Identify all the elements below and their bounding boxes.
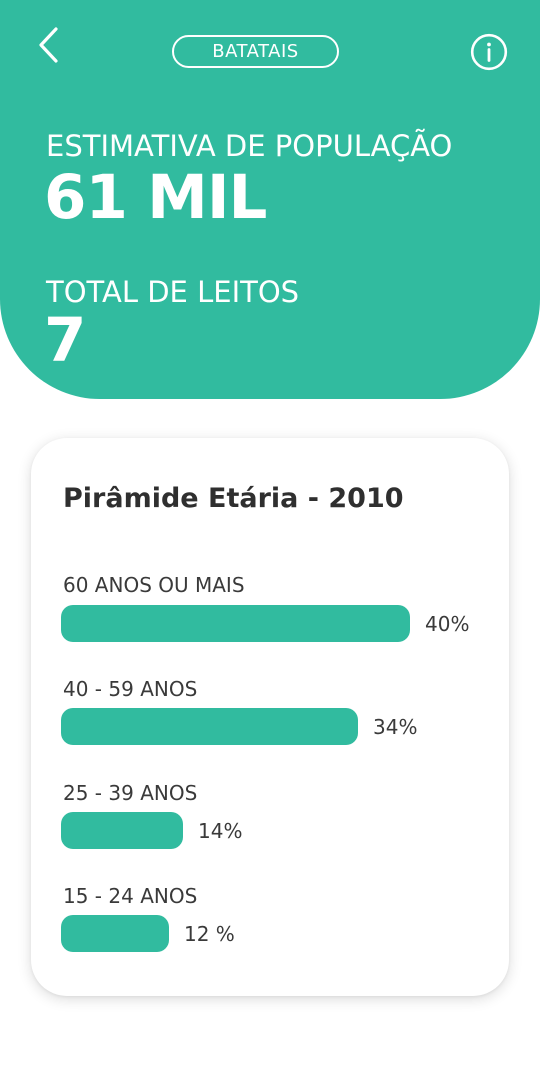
header: BATATAIS ESTIMATIVA DE POPULAÇÃO 61 MIL …: [0, 0, 540, 399]
back-button[interactable]: [32, 24, 72, 68]
population-label: ESTIMATIVA DE POPULAÇÃO: [46, 129, 453, 163]
age-row-percent: 14%: [198, 819, 243, 843]
population-value: 61 MIL: [44, 162, 267, 233]
age-row-label: 40 - 59 ANOS: [63, 677, 198, 701]
age-row-percent: 12 %: [184, 922, 235, 946]
info-button[interactable]: [470, 33, 508, 71]
age-row-bar: [61, 812, 183, 849]
age-row-bar: [61, 708, 358, 745]
chevron-left-icon: [39, 27, 58, 63]
age-row-bar: [61, 915, 169, 952]
city-selector[interactable]: BATATAIS: [172, 35, 339, 68]
age-row-label: 60 ANOS OU MAIS: [63, 573, 245, 597]
age-row-percent: 40%: [425, 612, 470, 636]
info-circle-icon: [470, 33, 508, 71]
age-row-label: 15 - 24 ANOS: [63, 884, 198, 908]
beds-value: 7: [44, 305, 86, 376]
age-pyramid-card: Pirâmide Etária - 2010 60 ANOS OU MAIS 4…: [31, 438, 509, 996]
age-row-percent: 34%: [373, 715, 418, 739]
age-row-bar: [61, 605, 410, 642]
card-title: Pirâmide Etária - 2010: [63, 483, 404, 514]
beds-label: TOTAL DE LEITOS: [46, 275, 300, 309]
age-row-label: 25 - 39 ANOS: [63, 781, 198, 805]
